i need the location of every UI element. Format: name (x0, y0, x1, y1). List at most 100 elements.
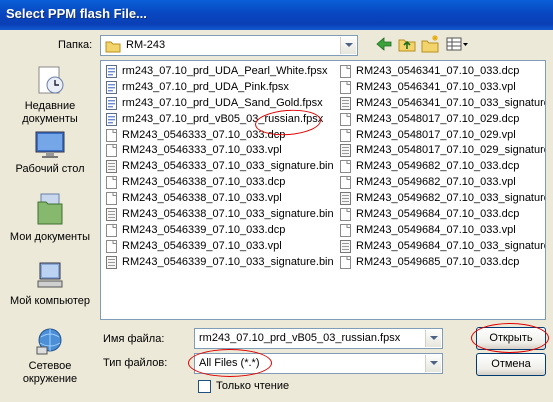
file-item[interactable]: RM243_0549682_07.10_033_signature.bin (340, 191, 545, 207)
file-icon (340, 65, 351, 78)
file-item[interactable]: RM243_0548017_07.10_029.dcp (340, 112, 545, 128)
place-desktop[interactable]: Рабочий стол (4, 130, 96, 176)
file-name: rm243_07.10_prd_UDA_Pink.fpsx (122, 80, 289, 93)
file-name: RM243_0549682_07.10_033.dcp (356, 160, 520, 173)
file-name: RM243_0546341_07.10_033.dcp (356, 65, 520, 77)
file-name: RM243_0549682_07.10_033.vpl (356, 176, 516, 189)
annotation-circle (471, 323, 549, 353)
file-item[interactable]: RM243_0548017_07.10_029_signature.bin (340, 143, 545, 159)
file-icon (106, 239, 117, 253)
file-item[interactable]: RM243_0546333_07.10_033.vpl (106, 143, 334, 159)
place-network[interactable]: Сетевое окружение (4, 325, 96, 386)
file-name: RM243_0546341_07.10_033.vpl (356, 80, 516, 93)
readonly-checkbox[interactable] (198, 380, 211, 393)
file-name: RM243_0546341_07.10_033_signature.bin (356, 96, 545, 109)
file-icon (340, 160, 351, 174)
file-item[interactable]: RM243_0546341_07.10_033.vpl (340, 80, 545, 96)
file-item[interactable]: RM243_0548017_07.10_029.vpl (340, 128, 545, 144)
file-icon (340, 192, 351, 206)
file-icon (106, 176, 117, 190)
title-bar[interactable]: Select PPM flash File... (0, 0, 553, 30)
look-in-value: RM-243 (126, 39, 166, 51)
file-name: rm243_07.10_prd_UDA_Pearl_White.fpsx (122, 65, 328, 77)
file-item[interactable]: RM243_0546339_07.10_033.vpl (106, 239, 334, 255)
up-folder-icon[interactable] (396, 33, 418, 55)
file-item[interactable]: rm243_07.10_prd_UDA_Pearl_White.fpsx (106, 64, 334, 80)
network-icon (36, 328, 62, 355)
file-item[interactable]: RM243_0549684_07.10_033.dcp (340, 207, 545, 223)
look-in-select[interactable]: RM-243 (100, 35, 358, 56)
my-computer-icon (37, 262, 63, 288)
cancel-button[interactable]: Отмена (476, 353, 546, 376)
filename-value: rm243_07.10_prd_vB05_03_russian.fpsx (199, 332, 401, 344)
file-item[interactable]: RM243_0549682_07.10_033.dcp (340, 159, 545, 175)
file-item[interactable]: RM243_0546341_07.10_033.dcp (340, 64, 545, 80)
file-icon (106, 128, 117, 142)
readonly-label: Только чтение (216, 380, 290, 392)
file-name: RM243_0546338_07.10_033.dcp (122, 176, 286, 189)
file-item[interactable]: RM243_0549684_07.10_033_signature.bin (340, 239, 545, 255)
file-item[interactable]: rm243_07.10_prd_UDA_Pink.fpsx (106, 80, 334, 96)
file-icon (106, 65, 117, 78)
file-item[interactable]: RM243_0546333_07.10_033_signature.bin (106, 159, 334, 175)
file-item[interactable]: RM243_0549682_07.10_033.vpl (340, 175, 545, 191)
annotation-circle (188, 349, 272, 377)
file-icon (340, 80, 351, 94)
file-item[interactable]: RM243_0549685_07.10_033.dcp (340, 255, 545, 271)
desktop-icon (35, 131, 65, 158)
file-name: RM243_0548017_07.10_029.vpl (356, 128, 516, 141)
new-folder-icon[interactable] (419, 33, 441, 55)
folder-icon (105, 41, 121, 53)
file-item[interactable]: RM243_0546341_07.10_033_signature.bin (340, 96, 545, 112)
file-item[interactable]: RM243_0546339_07.10_033_signature.bin (106, 255, 334, 271)
file-name: RM243_0548017_07.10_029.dcp (356, 112, 520, 125)
file-item[interactable]: RM243_0546339_07.10_033.dcp (106, 223, 334, 239)
file-item[interactable]: RM243_0549684_07.10_033.vpl (340, 223, 545, 239)
filename-input[interactable]: rm243_07.10_prd_vB05_03_russian.fpsx (194, 328, 443, 349)
file-column: rm243_07.10_prd_UDA_Pearl_White.fpsx rm24… (106, 64, 334, 271)
file-icon (340, 176, 351, 190)
place-label: Сетевое окружение (22, 360, 78, 385)
file-icon (340, 96, 351, 110)
chevron-down-icon[interactable] (425, 330, 441, 347)
place-recent-documents[interactable]: Недавние документы (4, 65, 96, 126)
place-label: Мой компьютер (9, 295, 91, 307)
filename-label: Имя файла: (103, 333, 165, 345)
file-list[interactable]: rm243_07.10_prd_UDA_Pearl_White.fpsx rm24… (100, 60, 546, 320)
chevron-down-icon[interactable] (425, 355, 441, 372)
place-my-computer[interactable]: Мой компьютер (4, 260, 96, 308)
file-icon (340, 112, 351, 126)
file-icon (106, 208, 117, 222)
place-label: Рабочий стол (15, 163, 85, 175)
file-name: RM243_0549684_07.10_033.dcp (356, 208, 520, 221)
file-item[interactable]: RM243_0546338_07.10_033.dcp (106, 175, 334, 191)
file-icon (106, 80, 117, 94)
file-name: RM243_0546333_07.10_033.vpl (122, 144, 282, 157)
places-bar: Недавние документы Рабочий стол Мои доку… (4, 60, 96, 394)
file-name: RM243_0546333_07.10_033_signature.bin (122, 160, 334, 173)
file-icon (340, 255, 351, 269)
back-arrow-icon[interactable] (373, 33, 395, 55)
recent-documents-icon (38, 66, 64, 94)
view-menu-icon[interactable] (444, 33, 470, 55)
place-my-documents[interactable]: Мои документы (4, 192, 96, 244)
file-icon (340, 208, 351, 222)
window-title: Select PPM flash File... (6, 6, 147, 21)
file-icon (106, 160, 117, 174)
file-name: RM243_0549682_07.10_033_signature.bin (356, 192, 545, 205)
chevron-down-icon[interactable] (340, 37, 356, 54)
file-icon (106, 112, 117, 126)
file-icon (106, 192, 117, 206)
file-item[interactable]: RM243_0546338_07.10_033.vpl (106, 191, 334, 207)
file-icon (106, 223, 117, 237)
file-icon (340, 223, 351, 237)
place-label: Мои документы (9, 231, 91, 243)
look-in-label: Папка: (58, 39, 93, 51)
file-column: RM243_0546341_07.10_033.dcp RM243_0546341… (340, 64, 545, 271)
file-name: RM243_0546339_07.10_033.vpl (122, 239, 282, 252)
filetype-label: Тип файлов: (103, 357, 168, 369)
file-item[interactable]: RM243_0546338_07.10_033_signature.bin (106, 207, 334, 223)
file-icon (340, 239, 351, 253)
file-name: RM243_0549685_07.10_033.dcp (356, 255, 520, 268)
file-name: RM243_0546338_07.10_033_signature.bin (122, 208, 334, 221)
